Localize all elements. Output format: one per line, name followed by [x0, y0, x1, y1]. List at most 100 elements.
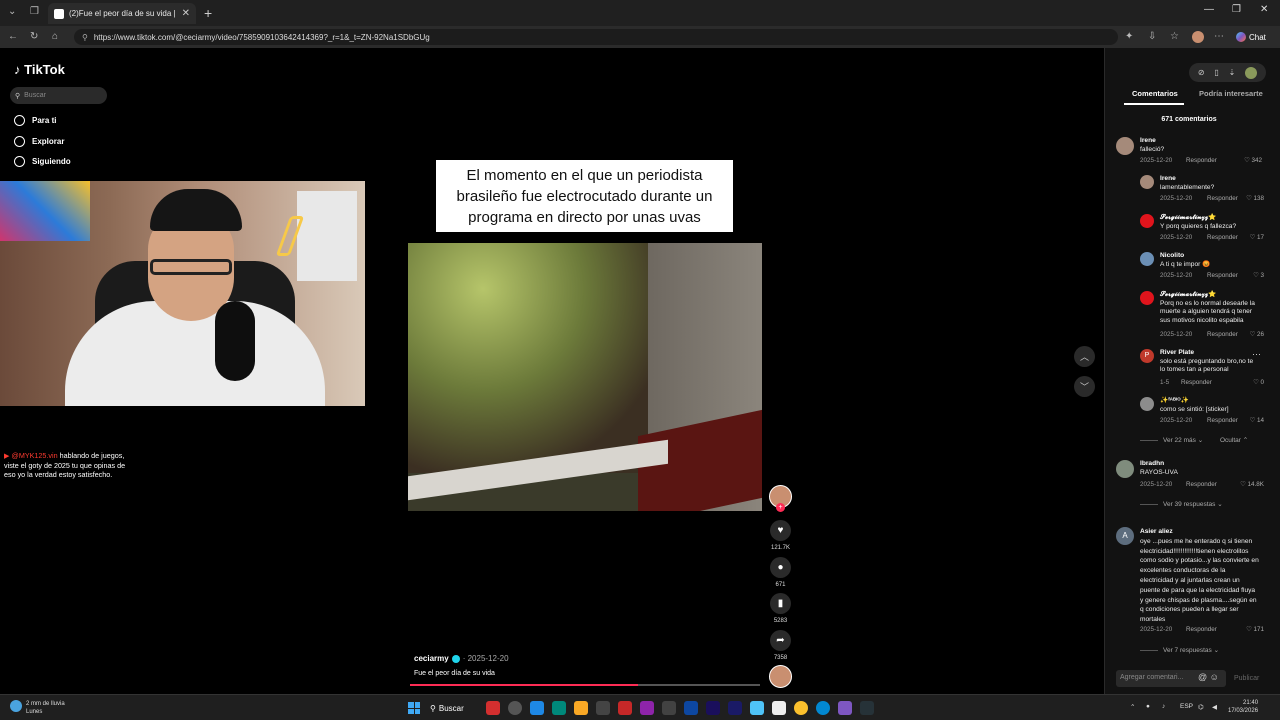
like-button[interactable]: ♥ — [770, 520, 791, 541]
reply-button[interactable]: Responder — [1207, 234, 1238, 241]
reply-button[interactable]: Responder — [1186, 481, 1217, 488]
commenter-name[interactable]: Asier aliez — [1140, 527, 1260, 537]
commenter-name[interactable]: Ibradhn — [1140, 460, 1260, 469]
tab-actions-icon[interactable]: ⌄ — [8, 6, 16, 17]
commenter-name[interactable]: River Plate — [1160, 349, 1260, 358]
save-button[interactable]: ▮ — [770, 593, 791, 614]
minimize-icon[interactable]: — — [1204, 4, 1214, 15]
taskbar-search[interactable]: ⚲ Buscar — [430, 700, 480, 716]
tray-app-icon[interactable]: ● — [1146, 703, 1150, 710]
nav-item-siguiendo[interactable]: Siguiendo — [14, 156, 71, 167]
extensions-icon[interactable]: ✦ — [1125, 31, 1133, 42]
search-input[interactable]: ⚲ Buscar — [10, 87, 107, 104]
back-icon[interactable]: ← — [8, 31, 18, 42]
reply-button[interactable]: Responder — [1207, 272, 1238, 279]
previous-video-button[interactable]: ︿ — [1074, 346, 1095, 367]
close-window-icon[interactable]: ✕ — [1260, 4, 1268, 15]
notion-icon[interactable] — [772, 701, 786, 715]
commenter-avatar[interactable] — [1140, 175, 1154, 189]
commenter-avatar[interactable] — [1116, 460, 1134, 478]
home-icon[interactable]: ⌂ — [52, 31, 58, 42]
comment-button[interactable]: ● — [770, 557, 791, 578]
site-info-icon[interactable]: ⚲ — [82, 33, 88, 42]
network-icon[interactable]: ⌬ — [1198, 703, 1204, 711]
after-effects-icon[interactable] — [728, 701, 742, 715]
steam-icon[interactable] — [860, 701, 874, 715]
commenter-avatar[interactable] — [1140, 397, 1154, 411]
like-comment-button[interactable]: ♡ 14 — [1244, 417, 1264, 424]
commenter-name[interactable]: 𝓢𝓮𝓻𝓰𝓲𝓲𝓶𝓪𝓻𝓽𝓲𝓷𝔃𝔃⭐ — [1160, 214, 1260, 223]
settings-app-icon[interactable] — [596, 701, 610, 715]
hide-replies[interactable]: Ocultar ⌃ — [1220, 436, 1248, 444]
app-icon[interactable] — [552, 701, 566, 715]
like-comment-button[interactable]: ♡ 3 — [1248, 272, 1264, 279]
app-icon[interactable] — [662, 701, 676, 715]
app-icon[interactable] — [618, 701, 632, 715]
reply-button[interactable]: Responder — [1186, 626, 1217, 633]
file-explorer-icon[interactable] — [574, 701, 588, 715]
favorites-icon[interactable]: ☆ — [1170, 31, 1179, 42]
view-more-replies[interactable]: Ver 7 respuestas ⌄ — [1140, 646, 1219, 654]
start-button[interactable] — [408, 702, 420, 714]
video-player[interactable] — [408, 243, 762, 511]
more-menu-icon[interactable]: ⋯ — [1214, 31, 1224, 42]
download-icon[interactable]: ⇣ — [1229, 68, 1236, 77]
reply-button[interactable]: Responder — [1207, 331, 1238, 338]
close-tab-icon[interactable]: ✕ — [182, 8, 190, 19]
discord-icon[interactable] — [838, 701, 852, 715]
commenter-avatar[interactable] — [1140, 252, 1154, 266]
nav-item-para-ti[interactable]: Para ti — [14, 115, 56, 126]
photoshop-icon[interactable] — [684, 701, 698, 715]
settings-icon[interactable]: ⊘ — [1198, 68, 1205, 77]
emoji-icon[interactable]: ☺ — [1210, 672, 1219, 682]
commenter-avatar[interactable]: A — [1116, 527, 1134, 545]
tiktok-logo[interactable]: ♪ TikTok — [14, 62, 65, 77]
view-more-replies[interactable]: Ver 22 más ⌄ — [1140, 436, 1203, 444]
edge-icon[interactable] — [816, 701, 830, 715]
like-comment-button[interactable]: ♡ 0 — [1248, 379, 1264, 386]
reply-button[interactable]: Responder — [1181, 379, 1212, 386]
view-more-replies[interactable]: Ver 39 respuestas ⌄ — [1140, 500, 1223, 508]
commenter-name[interactable]: ✨ᶠᴬᴮᴵᴼ✨ — [1160, 397, 1260, 406]
app-icon[interactable] — [508, 701, 522, 715]
share-button[interactable]: ➦ — [770, 630, 791, 651]
maximize-icon[interactable]: ❐ — [1232, 4, 1241, 15]
weather-widget[interactable]: 2 mm de lluvia Lunes — [10, 700, 65, 716]
tab-podria-interesarte[interactable]: Podría interesarte — [1199, 89, 1263, 98]
publish-button[interactable]: Publicar — [1234, 675, 1259, 682]
brave-app-icon[interactable] — [486, 701, 500, 715]
commenter-avatar[interactable] — [1140, 214, 1154, 228]
commenter-avatar[interactable] — [1140, 291, 1154, 305]
follow-plus-icon[interactable]: + — [776, 503, 785, 512]
video-progress-bar[interactable] — [410, 684, 760, 686]
commenter-name[interactable]: 𝓢𝓮𝓻𝓰𝓲𝓲𝓶𝓪𝓻𝓽𝓲𝓷𝔃𝔃⭐ — [1160, 291, 1260, 300]
commenter-name[interactable]: Irene — [1140, 137, 1260, 146]
user-avatar[interactable] — [1245, 66, 1258, 79]
chat-button[interactable]: Chat — [1236, 30, 1276, 44]
commenter-avatar[interactable]: P — [1140, 349, 1154, 363]
like-comment-button[interactable]: ♡ 26 — [1244, 331, 1264, 338]
chrome-icon[interactable] — [794, 701, 808, 715]
sound-avatar[interactable] — [769, 665, 792, 688]
tab-comentarios[interactable]: Comentarios — [1132, 89, 1178, 98]
tray-app-icon[interactable]: ♪ — [1162, 703, 1165, 710]
profile-avatar[interactable] — [1192, 31, 1204, 43]
premiere-icon[interactable] — [706, 701, 720, 715]
downloads-icon[interactable]: ⇩ — [1148, 31, 1156, 42]
commenter-name[interactable]: Irene — [1160, 175, 1260, 184]
workspaces-icon[interactable]: ❐ — [30, 6, 39, 17]
app-icon[interactable] — [640, 701, 654, 715]
app-icon[interactable] — [750, 701, 764, 715]
edge-dev-app-icon[interactable] — [530, 701, 544, 715]
like-comment-button[interactable]: ♡ 14.8K — [1234, 481, 1264, 488]
reply-button[interactable]: Responder — [1207, 195, 1238, 202]
nav-item-explorar[interactable]: Explorar — [14, 136, 64, 147]
more-options-icon[interactable]: ⋯ — [1252, 349, 1261, 360]
reply-button[interactable]: Responder — [1207, 417, 1238, 424]
reply-button[interactable]: Responder — [1186, 157, 1217, 164]
browser-tab[interactable]: (2)Fue el peor día de su vida | uva... ✕ — [48, 3, 196, 24]
tray-overflow-icon[interactable]: ⌃ — [1130, 703, 1135, 711]
like-comment-button[interactable]: ♡ 171 — [1240, 626, 1264, 633]
volume-icon[interactable]: ◀ — [1212, 703, 1217, 711]
video-author[interactable]: ceciarmy · 2025-12-20 — [414, 654, 509, 663]
